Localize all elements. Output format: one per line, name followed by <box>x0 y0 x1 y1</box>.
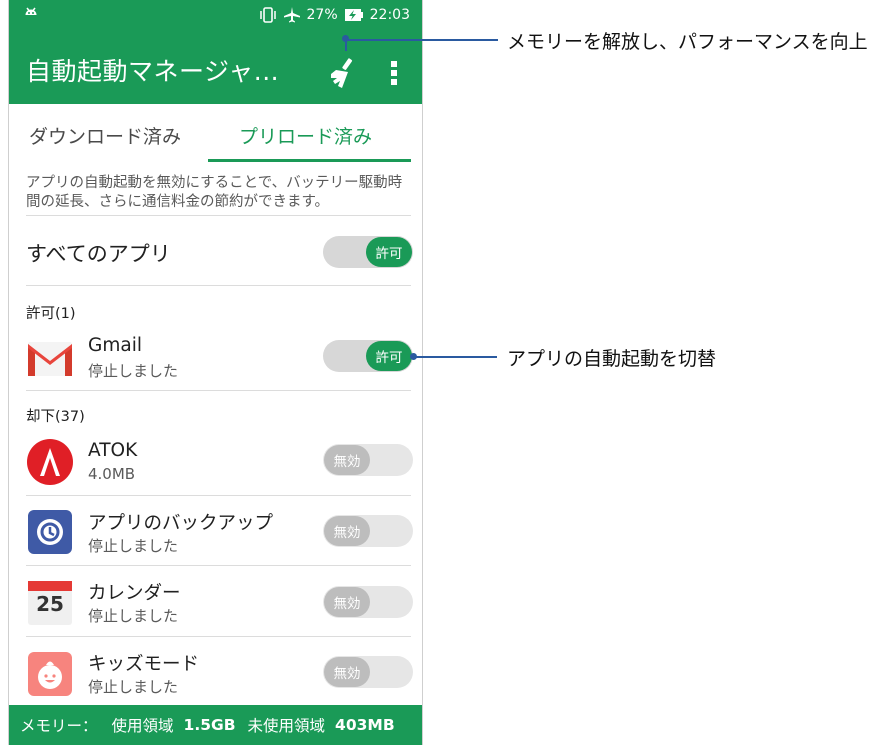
toggle-knob: 許可 <box>366 341 412 371</box>
denied-section-header: 却下(37) <box>26 409 85 425</box>
android-notification-icon <box>25 7 37 21</box>
calendar-icon: 25 <box>26 579 74 627</box>
app-status: 停止しました <box>88 537 179 555</box>
tab-bar: ダウンロード済み プリロード済み <box>9 104 422 162</box>
toggle-knob: 無効 <box>324 587 370 617</box>
atok-icon <box>27 439 73 485</box>
app-name: カレンダー <box>88 583 181 604</box>
callout-line <box>345 39 347 51</box>
free-label: 未使用領域 <box>247 717 326 735</box>
divider <box>26 285 411 286</box>
broom-callout-text: メモリーを解放し、パフォーマンスを向上 <box>507 31 868 53</box>
all-apps-toggle[interactable]: 許可 <box>323 236 413 268</box>
gmail-toggle[interactable]: 許可 <box>323 340 413 372</box>
used-label: 使用領域 <box>111 717 174 735</box>
toggle-knob: 無効 <box>324 516 370 546</box>
divider <box>26 390 411 391</box>
vibrate-icon <box>259 7 276 23</box>
description-text: アプリの自動起動を無効にすることで、バッテリー駆動時間の延長、さらに通信料金の節… <box>26 175 403 210</box>
kids-mode-toggle[interactable]: 無効 <box>323 656 413 688</box>
page-title: 自動起動マネージャ... <box>26 57 280 86</box>
gmail-icon <box>28 342 72 376</box>
status-bar: 27% 22:03 <box>9 0 422 30</box>
app-status: 停止しました <box>88 607 179 625</box>
tab-downloaded[interactable]: ダウンロード済み <box>29 122 181 149</box>
memory-footer: メモリー： 使用領域 1.5GB 未使用領域 403MB <box>9 705 422 745</box>
app-name: Gmail <box>88 335 142 356</box>
app-status: 4.0MB <box>88 465 136 483</box>
divider <box>26 636 411 637</box>
toggle-knob: 許可 <box>366 237 412 267</box>
phone-screen: 27% 22:03 自動起動マネージャ... ダウンロード済み プリロード済み … <box>8 0 423 745</box>
used-value: 1.5GB <box>183 716 236 734</box>
divider <box>26 215 411 216</box>
app-status: 停止しました <box>88 362 179 380</box>
app-name: キッズモード <box>88 654 200 675</box>
calendar-day: 25 <box>36 592 64 616</box>
status-icons: 27% 22:03 <box>259 6 410 24</box>
broom-icon[interactable] <box>327 56 361 90</box>
memory-label: メモリー： <box>20 717 98 735</box>
app-status: 停止しました <box>88 678 179 696</box>
divider <box>26 565 411 566</box>
tab-preloaded[interactable]: プリロード済み <box>239 122 372 149</box>
battery-percent: 27% <box>306 7 338 23</box>
app-name: ATOK <box>88 440 138 461</box>
allowed-section-header: 許可(1) <box>26 306 76 322</box>
backup-icon <box>28 510 72 554</box>
toggle-knob: 無効 <box>324 445 370 475</box>
calendar-toggle[interactable]: 無効 <box>323 586 413 618</box>
toggle-knob: 無効 <box>324 657 370 687</box>
app-name: アプリのバックアップ <box>88 513 274 534</box>
callout-line <box>414 356 497 358</box>
active-tab-indicator <box>208 159 411 162</box>
app-bar: 27% 22:03 自動起動マネージャ... <box>9 0 422 104</box>
backup-toggle[interactable]: 無効 <box>323 515 413 547</box>
kids-mode-icon <box>28 652 72 696</box>
all-apps-label: すべてのアプリ <box>26 242 171 266</box>
clock: 22:03 <box>369 7 410 23</box>
atok-toggle[interactable]: 無効 <box>323 444 413 476</box>
divider <box>26 495 411 496</box>
toggle-callout-text: アプリの自動起動を切替 <box>507 348 717 370</box>
callout-line <box>345 39 498 41</box>
airplane-mode-icon <box>283 7 300 23</box>
battery-charging-icon <box>344 9 363 21</box>
more-options-icon[interactable] <box>389 58 399 88</box>
free-value: 403MB <box>335 716 395 734</box>
